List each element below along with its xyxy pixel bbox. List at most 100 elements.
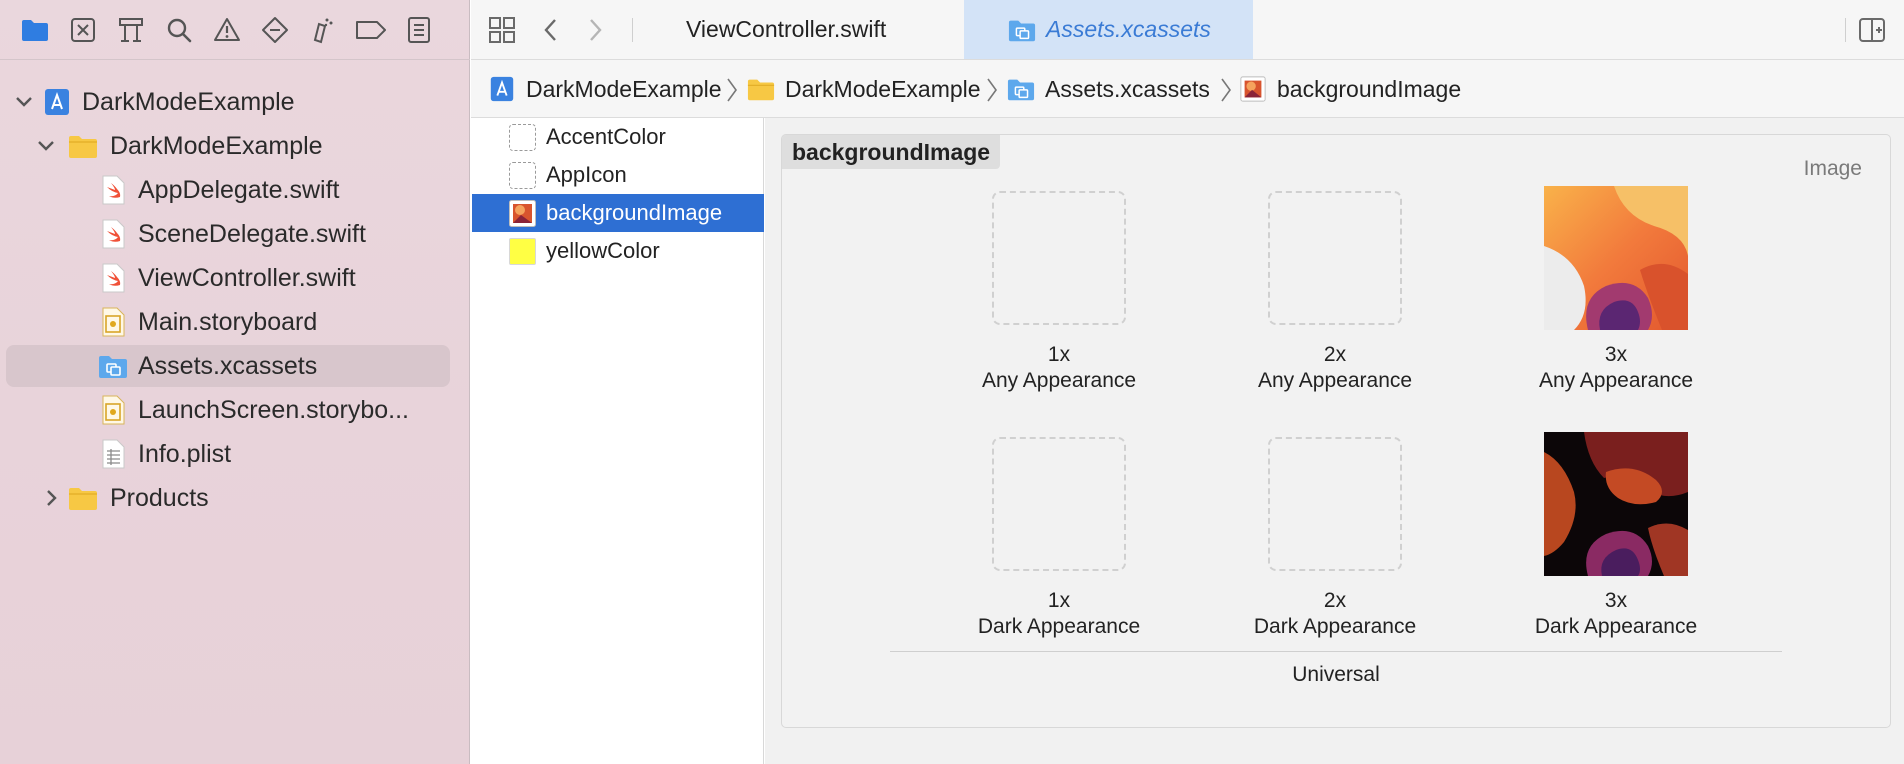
project-icon [490,76,514,102]
slot-scale: 2x [1323,589,1347,612]
asset-detail-panel: backgroundImage Image 1x Any Appearance … [765,118,1904,764]
tree-item-label: DarkModeExample [110,132,323,160]
image-set-name: backgroundImage [782,135,1001,169]
slot-caption: 2x Any Appearance [1205,342,1465,394]
report-icon[interactable] [401,12,437,48]
image-slot-any-1x[interactable] [992,191,1126,325]
breakpoint-icon[interactable] [353,12,389,48]
asset-catalog-icon [1007,79,1035,101]
chevron-separator-icon [727,78,737,102]
plist-icon [102,439,125,469]
tree-item-label: Assets.xcassets [138,352,318,380]
tree-item-file[interactable]: Assets.xcassets [6,345,450,387]
slot-scale: 3x [1604,589,1628,612]
image-set-container: backgroundImage Image 1x Any Appearance … [781,134,1891,728]
tree-item-label: DarkModeExample [82,88,295,116]
asset-catalog-icon [99,356,127,378]
jump-bar: DarkModeExample DarkModeExample Assets.x… [471,60,1904,118]
storyboard-icon [102,307,125,337]
folder-icon[interactable] [17,12,53,48]
slot-caption: 2x Dark Appearance [1205,588,1465,640]
slot-caption: 3x Dark Appearance [1486,588,1746,640]
slot-scale: 1x [1047,343,1071,366]
tree-item-group[interactable]: DarkModeExample [6,125,450,167]
project-icon [45,89,69,115]
warning-icon[interactable] [209,12,245,48]
tree-item-label: LaunchScreen.storybo... [138,396,409,424]
asset-item-label: backgroundImage [546,200,723,225]
asset-item-yellowcolor[interactable]: yellowColor [472,232,764,270]
related-items-icon[interactable] [484,12,520,48]
asset-catalog-icon [1008,20,1036,41]
asset-item-appicon[interactable]: AppIcon [472,156,764,194]
navigator-toolbar [0,0,470,60]
slot-scale: 3x [1604,343,1628,366]
image-set-icon [1240,76,1266,102]
tree-item-file[interactable]: SceneDelegate.swift [6,213,450,255]
image-slot-dark-2x[interactable] [1268,437,1402,571]
breadcrumb-project[interactable]: DarkModeExample [488,74,722,104]
tree-item-label: AppDelegate.swift [138,176,340,204]
tree-item-file[interactable]: Main.storyboard [6,301,450,343]
tree-item-label: Info.plist [138,440,232,468]
tab-label: Assets.xcassets [1046,16,1211,42]
storyboard-icon [102,395,125,425]
asset-item-backgroundimage[interactable]: backgroundImage [472,194,764,232]
slot-caption: 1x Dark Appearance [929,588,1189,640]
image-slot-dark-1x[interactable] [992,437,1126,571]
toolbar-divider [632,18,633,42]
breadcrumb-image-set[interactable]: backgroundImage [1239,74,1461,104]
test-icon[interactable] [257,12,293,48]
chevron-right-icon[interactable] [42,488,62,508]
slot-appearance: Any Appearance [1257,369,1413,392]
folder-icon [747,79,775,101]
group-divider [890,651,1782,652]
asset-item-label: AccentColor [546,124,666,149]
chevron-down-icon[interactable] [14,92,34,112]
folder-icon [69,488,97,510]
forward-arrow-icon[interactable] [577,12,613,48]
tree-item-file[interactable]: LaunchScreen.storybo... [6,389,450,431]
device-group-label: Universal [1292,663,1380,686]
asset-item-label: AppIcon [546,162,627,187]
asset-item-accentcolor[interactable]: AccentColor [472,118,764,156]
debug-icon[interactable] [305,12,341,48]
breadcrumb-label: backgroundImage [1277,75,1462,102]
tab-viewcontroller[interactable]: ViewController.swift [676,0,886,59]
swift-file-icon [102,175,125,205]
image-set-icon [509,200,536,227]
breadcrumb-label: Assets.xcassets [1045,75,1210,102]
slot-scale: 1x [1047,589,1071,612]
add-editor-icon[interactable] [1854,12,1890,48]
breadcrumb-assets[interactable]: Assets.xcassets [1007,74,1210,104]
image-thumbnail-dark-3x[interactable] [1544,432,1688,576]
chevron-separator-icon [1221,78,1231,102]
slot-appearance: Dark Appearance [1253,615,1417,638]
tree-item-group[interactable]: Products [6,477,450,519]
tree-item-file[interactable]: AppDelegate.swift [6,169,450,211]
symbol-icon[interactable] [113,12,149,48]
asset-list: AccentColor AppIcon backgroundImage yell… [471,118,764,764]
back-arrow-icon[interactable] [533,12,569,48]
image-set-type: Image [1803,157,1862,180]
chevron-separator-icon [987,78,997,102]
breadcrumb-group[interactable]: DarkModeExample [747,74,981,104]
slot-appearance: Any Appearance [1538,369,1694,392]
app-icon-set-icon [509,162,536,189]
chevron-down-icon[interactable] [36,136,56,156]
slot-scale: 2x [1323,343,1347,366]
color-swatch-icon [509,238,536,265]
tree-item-label: SceneDelegate.swift [138,220,366,248]
image-slot-any-2x[interactable] [1268,191,1402,325]
slot-caption: 1x Any Appearance [929,342,1189,394]
source-control-icon[interactable] [65,12,101,48]
tree-item-label: Products [110,484,209,512]
tab-assets[interactable]: Assets.xcassets [964,0,1253,59]
tree-item-file[interactable]: ViewController.swift [6,257,450,299]
image-thumbnail-light-3x[interactable] [1544,186,1688,330]
slot-appearance: Any Appearance [981,369,1137,392]
tree-item-project[interactable]: DarkModeExample [6,81,450,123]
search-icon[interactable] [161,12,197,48]
project-navigator: DarkModeExample DarkModeExample AppDeleg… [0,0,470,764]
tree-item-file[interactable]: Info.plist [6,433,450,475]
